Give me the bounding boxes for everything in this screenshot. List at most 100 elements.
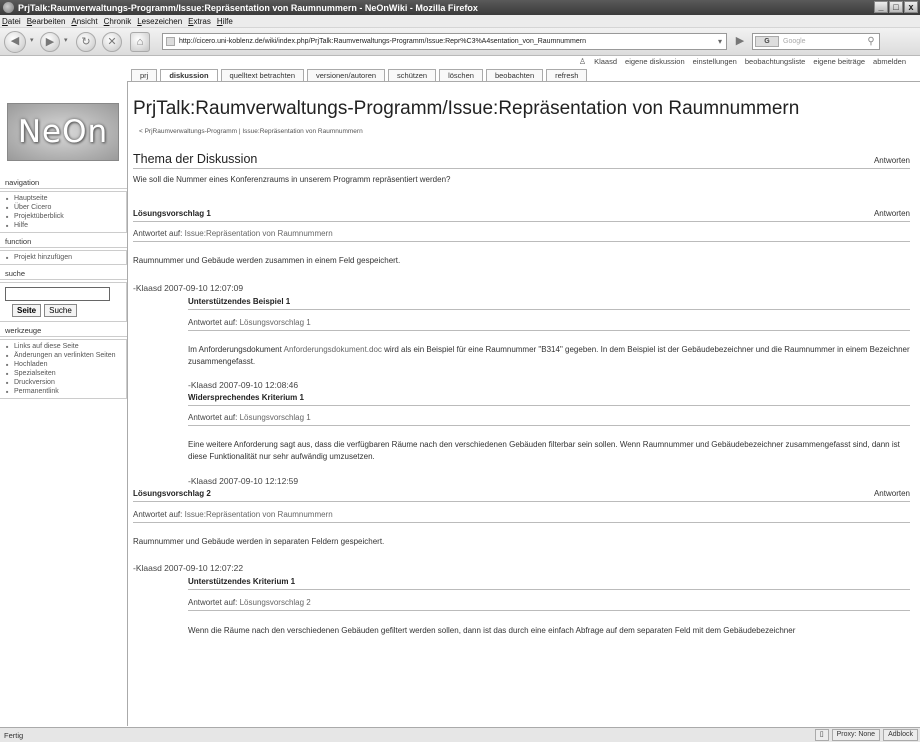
menu-extras[interactable]: Extras bbox=[188, 17, 211, 26]
url-dropdown-icon[interactable]: ▾ bbox=[718, 34, 722, 49]
personal-preferences[interactable]: einstellungen bbox=[693, 57, 737, 66]
answers-to: Antwortet auf: Lösungsvorschlag 1 bbox=[188, 413, 910, 422]
site-logo[interactable]: NeOn bbox=[7, 103, 119, 161]
sidebar-item-projekt-hinzufuegen[interactable]: Projekt hinzufügen bbox=[6, 253, 126, 262]
window-titlebar: PrjTalk:Raumverwaltungs-Programm/Issue:R… bbox=[0, 0, 920, 15]
divider bbox=[188, 610, 910, 611]
main-content: PrjTalk:Raumverwaltungs-Programm/Issue:R… bbox=[127, 82, 920, 726]
signature: -Klaasd 2007-09-10 12:07:09 bbox=[133, 283, 244, 293]
personal-user[interactable]: Klaasd bbox=[594, 57, 617, 66]
personal-mytalk[interactable]: eigene diskussion bbox=[625, 57, 685, 66]
answers-to-link[interactable]: Lösungsvorschlag 1 bbox=[240, 413, 311, 422]
divider bbox=[133, 241, 910, 242]
tab-prj[interactable]: prj bbox=[131, 69, 158, 81]
url-text: http://cicero.uni-koblenz.de/wiki/index.… bbox=[179, 38, 586, 45]
sidebar-item-whatlinkshere[interactable]: Links auf diese Seite bbox=[6, 342, 126, 351]
sidebar-item-hauptseite[interactable]: Hauptseite bbox=[6, 194, 126, 203]
proposal-1-text: Raumnummer und Gebäude werden zusammen i… bbox=[133, 256, 401, 265]
proposal-1-heading-row: Lösungsvorschlag 1 Antworten bbox=[133, 209, 910, 222]
example-1-heading: Unterstützendes Beispiel 1 bbox=[188, 297, 291, 306]
go-icon[interactable]: ▶ bbox=[732, 33, 748, 50]
breadcrumb[interactable]: < PrjRaumverwaltungs-Programm | Issue:Re… bbox=[139, 128, 910, 135]
tab-beobachten[interactable]: beobachten bbox=[485, 69, 544, 81]
tab-schuetzen[interactable]: schützen bbox=[388, 69, 437, 81]
menu-bearbeiten[interactable]: Bearbeiten bbox=[27, 17, 66, 26]
menu-datei[interactable]: Datei bbox=[2, 17, 21, 26]
tab-loeschen[interactable]: löschen bbox=[439, 69, 483, 81]
answers-to-link[interactable]: Issue:Repräsentation von Raumnummern bbox=[185, 510, 333, 519]
status-bar: Fertig ▯ Proxy: None Adblock bbox=[0, 727, 920, 742]
topic-heading-row: Thema der Diskussion Antworten bbox=[133, 152, 910, 169]
tab-versionen[interactable]: versionen/autoren bbox=[307, 69, 386, 81]
answers-to-label: Antwortet auf: bbox=[188, 318, 238, 327]
answers-to-link[interactable]: Lösungsvorschlag 2 bbox=[240, 598, 311, 607]
search-fulltext-button[interactable]: Suche bbox=[44, 304, 77, 317]
divider bbox=[188, 425, 910, 426]
sidebar: navigation Hauptseite Über Cicero Projek… bbox=[0, 178, 127, 403]
divider bbox=[133, 522, 910, 523]
nested-replies: Unterstützendes Kriterium 1 Antwortet au… bbox=[188, 577, 910, 637]
answers-to: Antwortet auf: Lösungsvorschlag 2 bbox=[188, 598, 910, 607]
personal-contributions[interactable]: eigene beiträge bbox=[813, 57, 865, 66]
answers-to-link[interactable]: Issue:Repräsentation von Raumnummern bbox=[185, 229, 333, 238]
reply-link[interactable]: Antworten bbox=[874, 156, 910, 165]
menu-chronik[interactable]: Chronik bbox=[104, 17, 132, 26]
close-button[interactable]: x bbox=[904, 1, 918, 13]
forward-icon[interactable]: ▶ bbox=[40, 32, 60, 52]
stop-icon[interactable]: ✕ bbox=[102, 32, 122, 52]
signature: -Klaasd 2007-09-10 12:07:22 bbox=[133, 563, 244, 573]
tab-diskussion[interactable]: diskussion bbox=[160, 69, 218, 81]
reply-link[interactable]: Antworten bbox=[874, 209, 910, 218]
back-dropdown-icon[interactable]: ▾ bbox=[30, 36, 34, 44]
criterion-2-heading-row: Unterstützendes Kriterium 1 bbox=[188, 577, 910, 590]
answers-to: Antwortet auf: Issue:Repräsentation von … bbox=[133, 229, 910, 238]
sidebar-item-recentchangeslinked[interactable]: Änderungen an verlinkten Seiten bbox=[6, 351, 126, 360]
adblock-status[interactable]: Adblock bbox=[883, 729, 918, 741]
url-bar[interactable]: http://cicero.uni-koblenz.de/wiki/index.… bbox=[162, 33, 727, 50]
topic-text: Wie soll die Nummer eines Konferenzraums… bbox=[133, 175, 451, 184]
answers-to-label: Antwortet auf: bbox=[188, 413, 238, 422]
sidebar-item-hilfe[interactable]: Hilfe bbox=[6, 221, 126, 230]
search-placeholder: Google bbox=[783, 38, 806, 45]
user-icon: ♙ bbox=[578, 57, 587, 66]
sidebar-item-specialpages[interactable]: Spezialseiten bbox=[6, 369, 126, 378]
sidebar-item-projektueberblick[interactable]: Projektüberblick bbox=[6, 212, 126, 221]
search-go-icon[interactable]: ⚲ bbox=[862, 33, 880, 50]
navigation-toolbar: ◀ ▾ ▶ ▾ ↻ ✕ ⌂ http://cicero.uni-koblenz.… bbox=[0, 28, 920, 56]
tab-quelltext[interactable]: quelltext betrachten bbox=[220, 69, 304, 81]
answers-to-link[interactable]: Lösungsvorschlag 1 bbox=[240, 318, 311, 327]
tab-refresh[interactable]: refresh bbox=[546, 69, 588, 81]
favicon-icon bbox=[166, 37, 175, 46]
answers-to-label: Antwortet auf: bbox=[133, 229, 183, 238]
search-engine-icon[interactable]: G bbox=[755, 36, 779, 47]
minimize-button[interactable]: _ bbox=[874, 1, 888, 13]
back-icon[interactable]: ◀ bbox=[4, 31, 26, 53]
sidebar-search-input[interactable] bbox=[5, 287, 110, 301]
example-1-text-before: Im Anforderungsdokument bbox=[188, 345, 284, 354]
security-icon[interactable]: ▯ bbox=[814, 729, 829, 741]
sidebar-item-upload[interactable]: Hochladen bbox=[6, 360, 126, 369]
proposal-2-heading-row: Lösungsvorschlag 2 Antworten bbox=[133, 489, 910, 502]
criterion-1-heading-row: Widersprechendes Kriterium 1 bbox=[188, 393, 910, 406]
document-link[interactable]: Anforderungsdokument.doc bbox=[284, 345, 382, 354]
portlet-navigation: navigation Hauptseite Über Cicero Projek… bbox=[0, 178, 127, 233]
reload-icon[interactable]: ↻ bbox=[76, 32, 96, 52]
sidebar-item-print[interactable]: Druckversion bbox=[6, 378, 126, 387]
search-go-button[interactable]: Seite bbox=[12, 304, 42, 317]
sidebar-item-permalink[interactable]: Permanentlink bbox=[6, 387, 126, 396]
home-icon[interactable]: ⌂ bbox=[130, 32, 150, 52]
personal-watchlist[interactable]: beobachtungsliste bbox=[745, 57, 805, 66]
answers-to-label: Antwortet auf: bbox=[133, 510, 183, 519]
forward-dropdown-icon[interactable]: ▾ bbox=[64, 36, 68, 44]
search-bar[interactable]: G Google bbox=[752, 33, 880, 50]
portlet-search: suche Seite Suche bbox=[0, 269, 127, 322]
sidebar-item-ueber-cicero[interactable]: Über Cicero bbox=[6, 203, 126, 212]
reply-link[interactable]: Antworten bbox=[874, 489, 910, 498]
menu-hilfe[interactable]: Hilfe bbox=[217, 17, 233, 26]
personal-logout[interactable]: abmelden bbox=[873, 57, 906, 66]
menu-ansicht[interactable]: Ansicht bbox=[71, 17, 97, 26]
menu-lesezeichen[interactable]: Lesezeichen bbox=[137, 17, 182, 26]
window-title: PrjTalk:Raumverwaltungs-Programm/Issue:R… bbox=[18, 2, 478, 13]
maximize-button[interactable]: □ bbox=[889, 1, 903, 13]
proxy-status[interactable]: Proxy: None bbox=[831, 729, 881, 741]
